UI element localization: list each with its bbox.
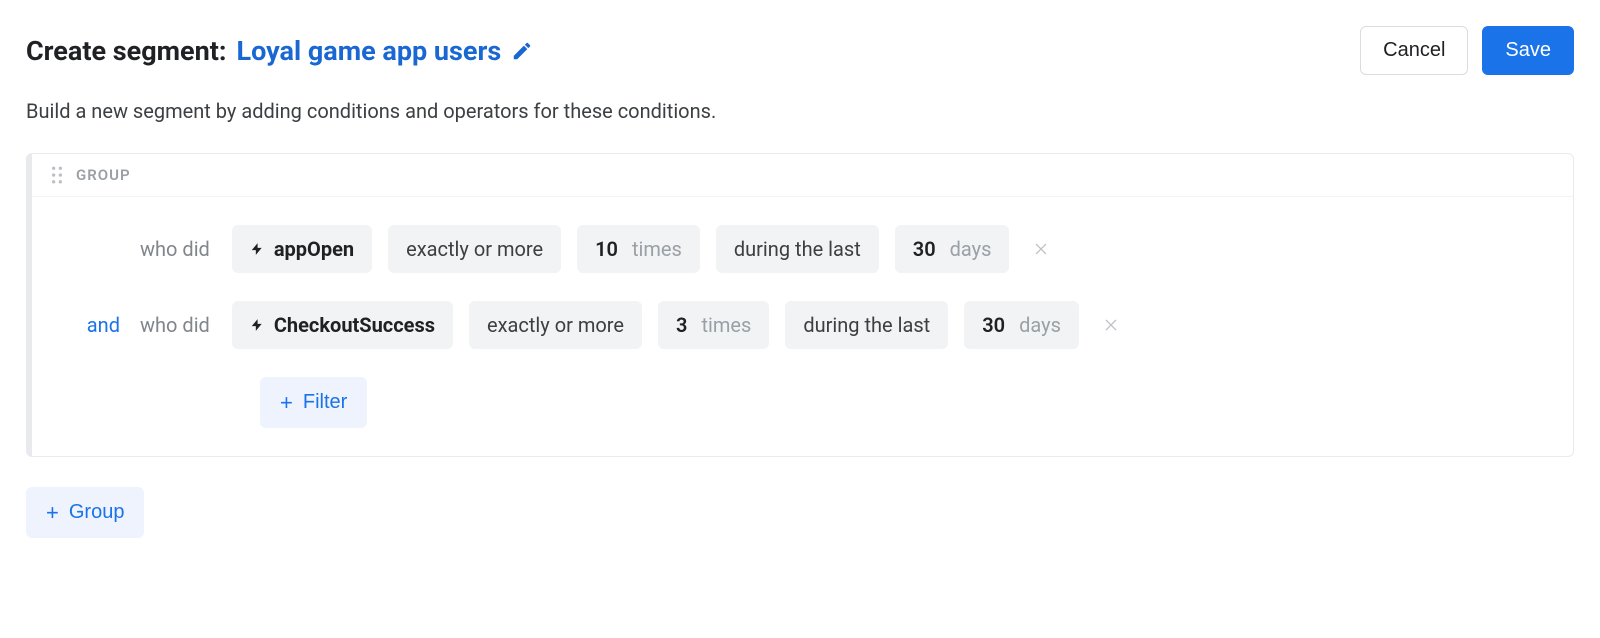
save-button[interactable]: Save bbox=[1482, 26, 1574, 75]
range-value-chip[interactable]: 30 days bbox=[895, 225, 1010, 273]
comparator-chip[interactable]: exactly or more bbox=[388, 225, 561, 273]
range-label-chip[interactable]: during the last bbox=[785, 301, 948, 349]
count-unit: times bbox=[701, 313, 751, 337]
remove-condition-icon[interactable] bbox=[1095, 313, 1127, 337]
header-actions: Cancel Save bbox=[1360, 26, 1574, 75]
segment-name[interactable]: Loyal game app users bbox=[236, 35, 501, 67]
count-unit: times bbox=[632, 237, 682, 261]
add-group-button[interactable]: + Group bbox=[26, 487, 144, 538]
page-header: Create segment: Loyal game app users Can… bbox=[26, 26, 1574, 75]
add-filter-label: Filter bbox=[303, 391, 347, 414]
event-name: appOpen bbox=[274, 237, 354, 261]
range-unit: days bbox=[1019, 313, 1061, 337]
count-chip[interactable]: 10 times bbox=[577, 225, 700, 273]
count-value: 10 bbox=[595, 237, 618, 261]
event-name: CheckoutSuccess bbox=[274, 313, 435, 337]
group-header: GROUP bbox=[32, 154, 1573, 197]
add-group-label: Group bbox=[69, 501, 125, 524]
group-label: GROUP bbox=[76, 166, 131, 184]
page-subtitle: Build a new segment by adding conditions… bbox=[26, 99, 1574, 123]
who-did-label: who did bbox=[140, 313, 210, 337]
event-chip[interactable]: appOpen bbox=[232, 225, 372, 273]
connector-label[interactable]: and bbox=[87, 313, 120, 337]
remove-condition-icon[interactable] bbox=[1025, 237, 1057, 261]
range-value-chip[interactable]: 30 days bbox=[964, 301, 1079, 349]
range-unit: days bbox=[950, 237, 992, 261]
condition-row: and who did CheckoutSuccess exactly or m… bbox=[44, 301, 1549, 349]
count-chip[interactable]: 3 times bbox=[658, 301, 769, 349]
condition-row: who did appOpen exactly or more 10 times… bbox=[44, 225, 1549, 273]
title-wrap: Create segment: Loyal game app users bbox=[26, 35, 533, 67]
bolt-icon bbox=[250, 240, 264, 258]
plus-icon: + bbox=[280, 392, 293, 414]
connector-slot: and bbox=[44, 313, 124, 337]
edit-icon[interactable] bbox=[511, 40, 533, 62]
who-did-label: who did bbox=[140, 237, 210, 261]
count-value: 3 bbox=[676, 313, 687, 337]
add-filter-button[interactable]: + Filter bbox=[260, 377, 367, 428]
event-chip[interactable]: CheckoutSuccess bbox=[232, 301, 453, 349]
segment-group: GROUP who did appOpen exactly or more 10… bbox=[26, 153, 1574, 457]
add-filter-row: + Filter bbox=[44, 377, 1549, 428]
plus-icon: + bbox=[46, 502, 59, 524]
cancel-button[interactable]: Cancel bbox=[1360, 26, 1468, 75]
drag-handle-icon[interactable] bbox=[50, 166, 64, 184]
comparator-chip[interactable]: exactly or more bbox=[469, 301, 642, 349]
title-prefix: Create segment: bbox=[26, 35, 226, 67]
range-label-chip[interactable]: during the last bbox=[716, 225, 879, 273]
range-value: 30 bbox=[982, 313, 1005, 337]
range-value: 30 bbox=[913, 237, 936, 261]
bolt-icon bbox=[250, 316, 264, 334]
group-body: who did appOpen exactly or more 10 times… bbox=[32, 197, 1573, 456]
